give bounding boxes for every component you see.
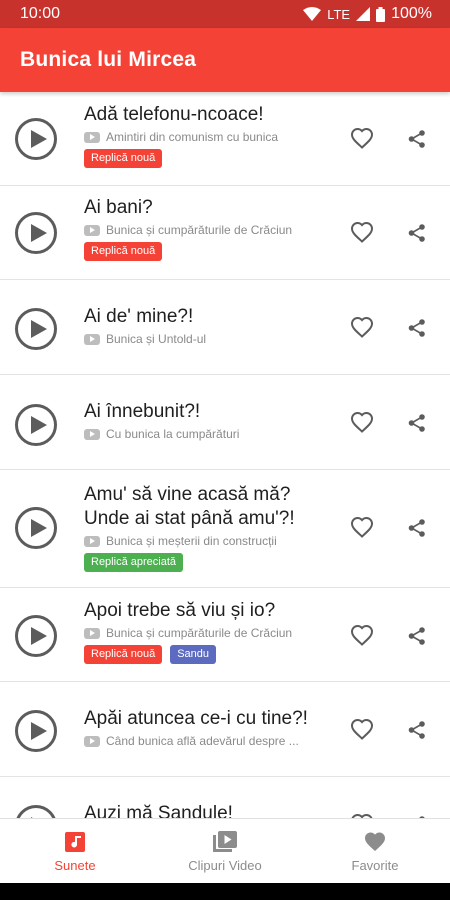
item-title: Amu' să vine acasă mă? Unde ai stat până… [84,484,295,529]
wifi-icon [303,7,322,21]
nav-label: Favorite [351,857,399,873]
share-icon[interactable] [407,129,427,149]
item-title: Apoi trebe să viu și io? [84,600,276,621]
nav-label: Sunete [54,857,96,873]
sound-list[interactable]: Adă telefonu-ncoace! Amintiri din comuni… [0,92,450,818]
status-icons: LTE 100% [303,5,432,23]
youtube-icon [84,535,100,547]
badge-new: Replică nouă [84,149,163,168]
share-icon[interactable] [407,518,427,538]
badge-new: Replică nouă [84,645,163,664]
network-type: LTE [327,6,351,22]
play-icon[interactable] [15,308,57,350]
share-icon[interactable] [407,318,427,338]
item-source: Bunica și Untold-ul [106,332,207,346]
item-source: Bunica și cumpărăturile de Crăciun [106,626,293,640]
item-source: Amintiri din comunism cu bunica [106,130,279,144]
list-item[interactable]: Ai de' mine?! Bunica și Untold-ul [0,280,450,375]
youtube-icon [84,224,100,236]
item-title: Ai bani? [84,197,153,218]
favorite-icon[interactable] [350,221,374,245]
battery-level: 100% [391,5,432,22]
nav-clipuri-video[interactable]: Clipuri Video [150,819,300,883]
play-icon[interactable] [15,507,57,549]
item-source: Cu bunica la cumpărături [106,427,240,441]
youtube-icon [84,131,100,143]
video-library-icon [213,830,237,852]
favorite-icon[interactable] [350,411,374,435]
list-item[interactable]: Auzi mă Sandule! [0,777,450,818]
status-bar: 10:00 LTE 100% [0,0,450,28]
bottom-navigation: Sunete Clipuri Video Favorite [0,818,450,883]
youtube-icon [84,428,100,440]
app-title: Bunica lui Mircea [20,48,197,71]
item-title: Auzi mă Sandule! [84,803,233,818]
favorite-icon[interactable] [350,624,374,648]
nav-label: Clipuri Video [188,857,262,873]
play-icon[interactable] [15,118,57,160]
item-source: Când bunica află adevărul despre ... [106,734,299,748]
play-icon[interactable] [15,212,57,254]
list-item[interactable]: Adă telefonu-ncoace! Amintiri din comuni… [0,92,450,186]
item-source: Bunica și cumpărăturile de Crăciun [106,223,293,237]
list-item[interactable]: Apoi trebe să viu și io? Bunica și cumpă… [0,588,450,682]
play-icon[interactable] [15,805,57,818]
list-item[interactable]: Ai înnebunit?! Cu bunica la cumpărături [0,375,450,470]
music-note-icon [65,831,85,852]
battery-icon [376,6,386,22]
nav-sunete[interactable]: Sunete [0,819,150,883]
youtube-icon [84,627,100,639]
favorite-icon[interactable] [350,316,374,340]
list-item[interactable]: Apăi atuncea ce-i cu tine?! Când bunica … [0,682,450,777]
heart-icon [365,832,385,851]
share-icon[interactable] [407,413,427,433]
share-icon[interactable] [407,223,427,243]
system-navigation-bar [0,882,450,900]
favorite-icon[interactable] [350,127,374,151]
share-icon[interactable] [407,720,427,740]
status-time: 10:00 [20,5,61,22]
item-title: Apăi atuncea ce-i cu tine?! [84,708,308,729]
item-source: Bunica și meșterii din construcții [106,534,277,548]
youtube-icon [84,333,100,345]
badge-character: Sandu [170,645,217,664]
app-bar: Bunica lui Mircea [0,28,450,92]
youtube-icon [84,735,100,747]
signal-icon [356,7,371,21]
item-title: Ai înnebunit?! [84,401,201,422]
item-title: Adă telefonu-ncoace! [84,104,264,125]
play-icon[interactable] [15,615,57,657]
badge-new: Replică nouă [84,242,163,261]
favorite-icon[interactable] [350,516,374,540]
play-icon[interactable] [15,710,57,752]
share-icon[interactable] [407,626,427,646]
nav-favorite[interactable]: Favorite [300,819,450,883]
list-item[interactable]: Ai bani? Bunica și cumpărăturile de Crăc… [0,186,450,280]
play-icon[interactable] [15,404,57,446]
badge-liked: Replică apreciată [84,553,183,572]
favorite-icon[interactable] [350,718,374,742]
list-item[interactable]: Amu' să vine acasă mă? Unde ai stat până… [0,470,450,588]
item-title: Ai de' mine?! [84,306,194,327]
